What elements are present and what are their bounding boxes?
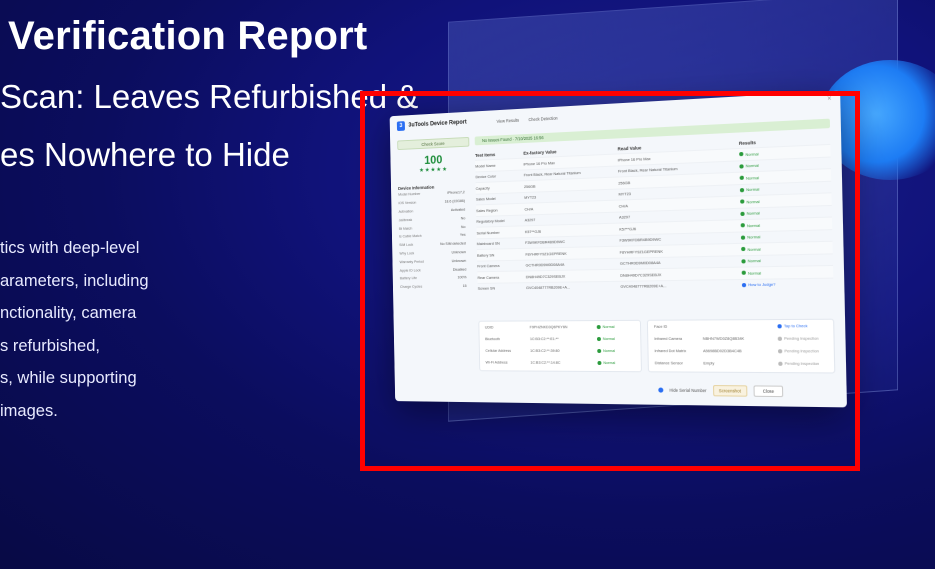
para-line: tics with deep-level [0,239,140,257]
para-line: s refurbished, [0,336,100,355]
highlight-rectangle [360,91,860,471]
hero-headline: Verification Report [8,14,368,58]
hero-subtitle-line-1: Scan: Leaves Refurbished & [0,78,419,115]
para-line: arameters, including [0,271,149,290]
hero-paragraph: tics with deep-level arameters, includin… [0,232,149,427]
para-line: images. [0,401,58,420]
para-line: s, while supporting [0,369,137,387]
hero-subtitle-line-2: es Nowhere to Hide [0,136,290,173]
para-line: nctionality, camera [0,304,137,322]
